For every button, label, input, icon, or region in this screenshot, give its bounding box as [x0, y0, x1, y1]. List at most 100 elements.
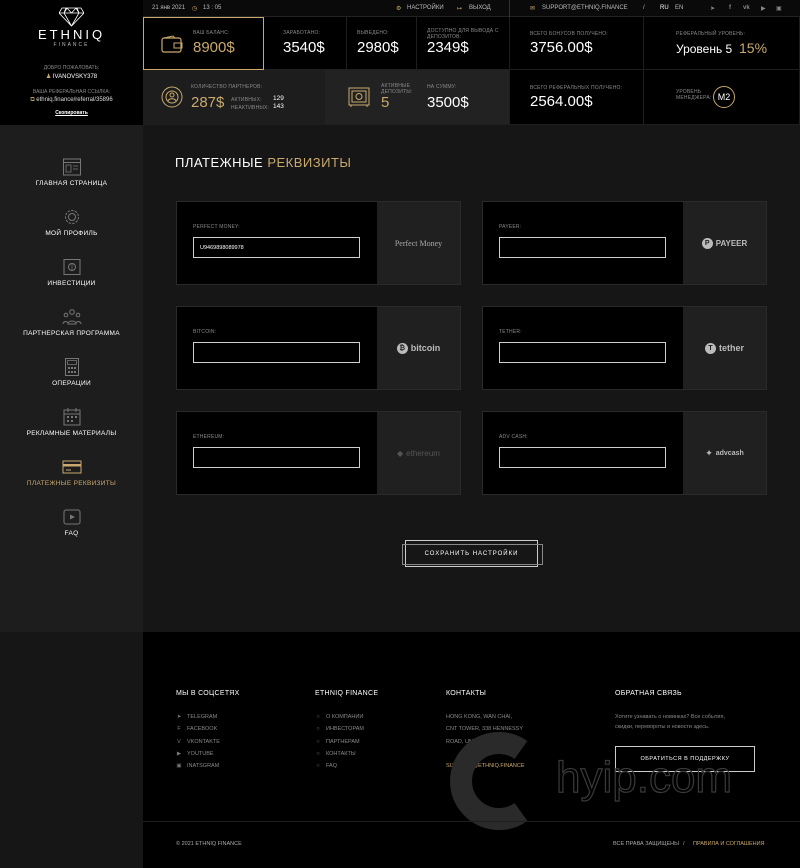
inactive-count: 143	[273, 103, 284, 110]
brand-name: ETHNIQ	[37, 27, 106, 42]
nav-item-profile[interactable]: Мой профиль	[0, 207, 143, 237]
wallet-card-perfect-money: Perfect Money: Perfect Money	[176, 201, 461, 285]
instagram-icon: ▣	[176, 763, 182, 769]
withdrawn-card: Выведено: 2980$	[347, 17, 417, 70]
nav-label-operations: Операции	[52, 380, 91, 387]
facebook-icon[interactable]: f	[729, 5, 731, 11]
footer-divider	[143, 821, 800, 822]
calendar-icon	[63, 408, 80, 426]
save-settings-button[interactable]: Сохранить настройки	[402, 540, 543, 567]
youtube-icon[interactable]: ▶	[761, 5, 766, 12]
username: ♟ IVANOVSKY378	[0, 73, 143, 80]
faq-icon	[63, 509, 80, 525]
nav-item-payment-details[interactable]: Платежные реквизиты	[0, 457, 143, 487]
lang-ru[interactable]: RU	[660, 5, 669, 11]
tether-icon: T	[704, 342, 716, 354]
tether-logo-box: Ttether	[683, 307, 766, 389]
welcome-label: Добро пожаловать:	[43, 65, 100, 71]
footer-link-telegram[interactable]: ➤ TELEGRAM	[176, 714, 218, 720]
nav-item-operations[interactable]: Операции	[0, 357, 143, 387]
nav-item-promo[interactable]: Рекламные материалы	[0, 407, 143, 437]
nav-item-home[interactable]: Главная страница	[0, 157, 143, 187]
nav-item-faq[interactable]: FAQ	[0, 507, 143, 537]
ref-percent-value: 15%	[739, 40, 768, 56]
wallet-card-payeer: Payeer: P PAYEER	[482, 201, 767, 285]
nav-item-investments[interactable]: Инвестиции	[0, 257, 143, 287]
username-text: IVANOVSKY378	[52, 74, 98, 80]
ref-total-value: 2564.00$	[530, 93, 593, 110]
tether-logo: tether	[718, 343, 744, 353]
clock-icon: ◷	[192, 6, 198, 12]
watermark-logo-icon: hyip.com	[450, 732, 733, 830]
lang-en[interactable]: EN	[675, 5, 683, 11]
bitcoin-input[interactable]	[193, 342, 360, 363]
footer-company-label: Контакты	[326, 751, 356, 757]
bonus-value: 3756.00$	[530, 39, 593, 56]
advcash-logo: advcash	[715, 449, 744, 457]
ethereum-logo-box: ◆ ethereum	[377, 412, 460, 494]
footer-social-label: TELEGRAM	[187, 714, 218, 720]
footer-link-faq[interactable]: ○ FAQ	[315, 763, 337, 769]
footer-link-investors[interactable]: ○ Инвесторам	[315, 726, 364, 732]
footer-link-partners[interactable]: ○ Партнерам	[315, 739, 359, 745]
wallet-label: Perfect Money:	[193, 224, 240, 230]
advcash-icon: ✦	[705, 447, 713, 458]
advcash-input[interactable]	[499, 447, 666, 468]
logout-link[interactable]: Выход	[469, 5, 491, 11]
footer-company-label: Инвесторам	[326, 726, 364, 732]
mail-icon: ✉	[530, 6, 536, 12]
facebook-icon: f	[177, 726, 181, 732]
manager-label: Уровень менеджера:	[676, 89, 712, 101]
withdrawn-label: Выведено:	[357, 30, 389, 36]
circle-bullet-icon: ○	[316, 726, 320, 732]
footer-link-youtube[interactable]: ▶ YOUTUBE	[176, 751, 214, 757]
rights-text: Все права защищены	[613, 841, 680, 847]
referral-link[interactable]: ⧉ ethniq.finance/referral/35896	[0, 97, 143, 104]
manager-level-badge: M2	[713, 86, 735, 108]
calculator-icon	[64, 358, 79, 376]
earned-card: Заработано: 3540$	[264, 17, 347, 70]
page-title-gold: реквизиты	[267, 155, 352, 170]
inactive-label: Неактивных:	[231, 105, 270, 111]
settings-icon: ⚙	[396, 6, 402, 12]
settings-link[interactable]: Настройки	[407, 5, 444, 11]
telegram-icon: ➤	[176, 714, 182, 720]
wallet-card-advcash: ADV Cash: ✦ advcash	[482, 411, 767, 495]
footer: Мы в соцсетях ➤ TELEGRAM f FACEBOOK v VKONT…	[143, 632, 800, 868]
wallet-label: ADV Cash:	[499, 434, 528, 440]
deposits-card: Активные депозиты: 5 На сумму: 3500$	[325, 70, 510, 125]
vk-icon[interactable]: vk	[743, 5, 750, 11]
footer-link-vk[interactable]: v VKONTAKTE	[176, 739, 220, 745]
logout-icon: ↦	[457, 6, 463, 12]
copyright-text: © 2021 ETHNIQ FINANCE	[176, 841, 242, 847]
footer-feedback-title: Обратная связь	[615, 690, 682, 697]
ethereum-input[interactable]	[193, 447, 360, 468]
bonus-label: Всего бонусов получено:	[530, 31, 608, 37]
sum-label: На сумму:	[427, 84, 457, 90]
telegram-icon[interactable]: ➤	[710, 5, 715, 12]
circle-bullet-icon: ○	[316, 739, 320, 745]
home-icon	[62, 158, 81, 176]
payeer-logo: PAYEER	[715, 238, 748, 248]
balance-label: Ваш баланс:	[193, 30, 230, 36]
payeer-input[interactable]	[499, 237, 666, 258]
circle-bullet-icon: ○	[316, 751, 320, 757]
ref-level-label: Реферальный уровень:	[676, 31, 746, 37]
footer-social-title: Мы в соцсетях	[176, 690, 240, 697]
perfect-money-input[interactable]	[193, 237, 360, 258]
date-text: 21 янв 2021	[152, 5, 186, 11]
footer-link-instagram[interactable]: ▣ INATSGRAM	[176, 763, 219, 769]
nav-item-partners[interactable]: Партнерская программа	[0, 307, 143, 337]
top-bar: 21 янв 2021 ◷ 13 : 05 ⚙ Настройки ↦ Выхо…	[143, 0, 800, 17]
copy-link-button[interactable]: Скопировать	[0, 110, 143, 116]
footer-link-facebook[interactable]: f FACEBOOK	[176, 726, 217, 732]
terms-link[interactable]: Правила и соглашения	[693, 841, 765, 847]
tether-input[interactable]	[499, 342, 666, 363]
footer-link-about[interactable]: ○ О компании	[315, 714, 363, 720]
footer-social-label: VKONTAKTE	[187, 739, 220, 745]
partners-card: Количество партнеров: 287$ Активных: 129…	[143, 70, 325, 125]
instagram-icon[interactable]: ▣	[776, 5, 782, 12]
footer-link-contacts[interactable]: ○ Контакты	[315, 751, 356, 757]
support-email[interactable]: SUPPORT@ETHNIQ.FINANCE	[542, 5, 628, 11]
nav-label-faq: FAQ	[64, 530, 79, 537]
